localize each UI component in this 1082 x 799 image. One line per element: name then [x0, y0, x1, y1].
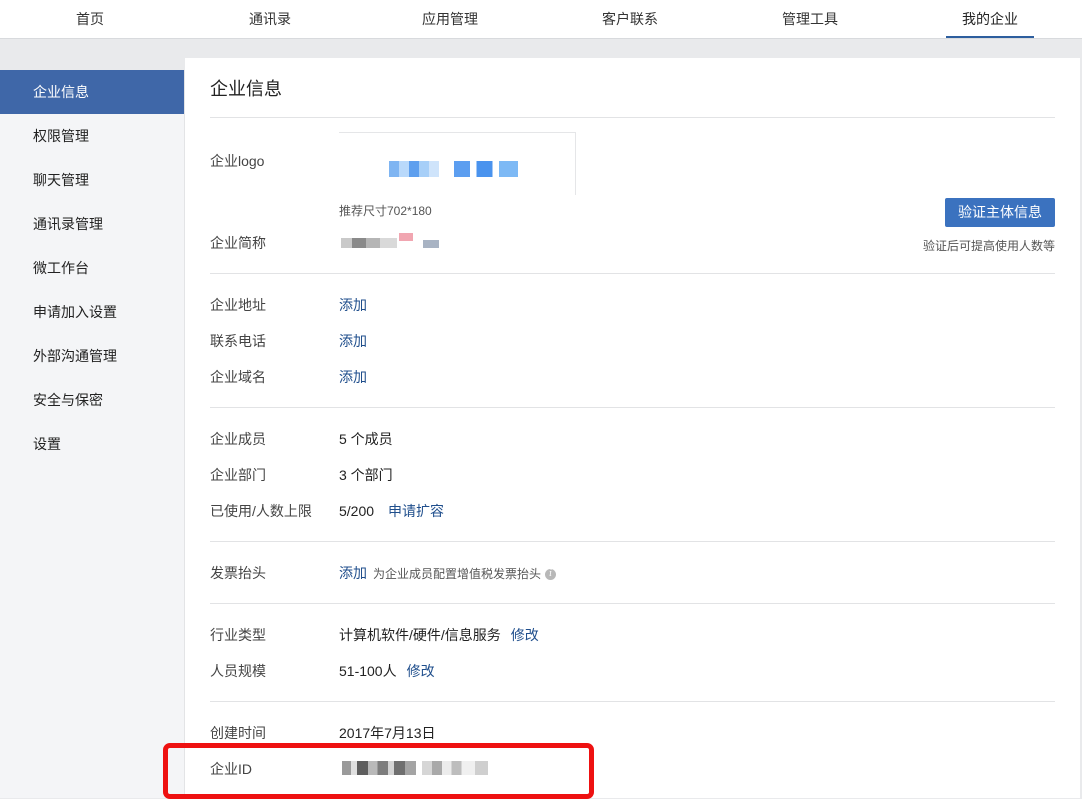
sidebar-item-settings[interactable]: 设置 — [0, 422, 184, 466]
sidebar-item-contacts-management[interactable]: 通讯录管理 — [0, 202, 184, 246]
short-name-value — [341, 238, 397, 248]
user-limit-value: 5/200 — [339, 503, 375, 519]
verify-hint: 验证后可提高使用人数等 — [922, 239, 1055, 253]
divider — [210, 541, 1055, 542]
divider — [210, 603, 1055, 604]
logo-size-hint: 推荐尺寸702*180 — [339, 204, 432, 218]
user-limit-row: 5/200 申请扩容 — [339, 501, 444, 521]
verify-entity-button[interactable]: 验证主体信息 — [945, 198, 1055, 227]
add-domain-link[interactable]: 添加 — [339, 367, 367, 387]
phone-label: 联系电话 — [210, 333, 266, 349]
page-title: 企业信息 — [210, 79, 282, 99]
main-panel: 企业信息 企业logo 推荐尺寸702*180 企业简称 验证主体信息 验证后可… — [185, 58, 1080, 798]
members-value: 5 个成员 — [339, 431, 393, 447]
staff-scale-label: 人员规模 — [210, 663, 266, 679]
industry-type-row: 计算机软件/硬件/信息服务 修改 — [339, 625, 539, 645]
logo-upload[interactable] — [339, 132, 576, 195]
members-label: 企业成员 — [210, 431, 266, 447]
tab-management-tools[interactable]: 管理工具 — [765, 0, 855, 38]
created-time-value: 2017年7月13日 — [339, 725, 436, 741]
sidebar-item-permissions[interactable]: 权限管理 — [0, 114, 184, 158]
short-name-label: 企业简称 — [210, 235, 266, 251]
sidebar-item-workbench[interactable]: 微工作台 — [0, 246, 184, 290]
edit-scale-link[interactable]: 修改 — [407, 663, 435, 679]
staff-scale-value: 51-100人 — [339, 663, 397, 679]
address-label: 企业地址 — [210, 297, 266, 313]
staff-scale-row: 51-100人 修改 — [339, 661, 435, 681]
sidebar-item-chat-management[interactable]: 聊天管理 — [0, 158, 184, 202]
edit-industry-link[interactable]: 修改 — [511, 627, 539, 643]
logo-image — [389, 161, 439, 177]
add-phone-link[interactable]: 添加 — [339, 331, 367, 351]
invoice-label: 发票抬头 — [210, 565, 266, 581]
sidebar-item-join-settings[interactable]: 申请加入设置 — [0, 290, 184, 334]
highlight-box — [163, 743, 594, 799]
sidebar-item-external-communication[interactable]: 外部沟通管理 — [0, 334, 184, 378]
user-limit-label: 已使用/人数上限 — [210, 503, 312, 519]
domain-label: 企业域名 — [210, 369, 266, 385]
industry-type-label: 行业类型 — [210, 627, 266, 643]
info-icon[interactable]: i — [545, 568, 557, 580]
departments-value: 3 个部门 — [339, 467, 393, 483]
add-address-link[interactable]: 添加 — [339, 295, 367, 315]
invoice-row: 添加 为企业成员配置增值税发票抬头 i — [339, 563, 557, 584]
top-nav: 首页 通讯录 应用管理 客户联系 管理工具 我的企业 — [0, 0, 1082, 39]
logo-label: 企业logo — [210, 153, 265, 169]
invoice-note: 为企业成员配置增值税发票抬头 — [373, 567, 542, 581]
sidebar: 企业信息 权限管理 聊天管理 通讯录管理 微工作台 申请加入设置 外部沟通管理 … — [0, 70, 185, 798]
active-tab-indicator — [946, 36, 1034, 38]
add-invoice-link[interactable]: 添加 — [339, 565, 367, 581]
industry-type-value: 计算机软件/硬件/信息服务 — [339, 627, 501, 643]
tab-app-management[interactable]: 应用管理 — [405, 0, 495, 38]
divider — [210, 407, 1055, 408]
tab-home[interactable]: 首页 — [45, 0, 135, 38]
divider — [210, 117, 1055, 118]
sidebar-item-enterprise-info[interactable]: 企业信息 — [0, 70, 184, 114]
tab-contacts[interactable]: 通讯录 — [225, 0, 315, 38]
request-expansion-link[interactable]: 申请扩容 — [388, 503, 444, 519]
created-time-label: 创建时间 — [210, 725, 266, 741]
sidebar-item-security[interactable]: 安全与保密 — [0, 378, 184, 422]
tab-customer-contact[interactable]: 客户联系 — [585, 0, 675, 38]
divider — [210, 273, 1055, 274]
divider — [210, 701, 1055, 702]
tab-my-enterprise[interactable]: 我的企业 — [945, 0, 1035, 38]
departments-label: 企业部门 — [210, 467, 266, 483]
